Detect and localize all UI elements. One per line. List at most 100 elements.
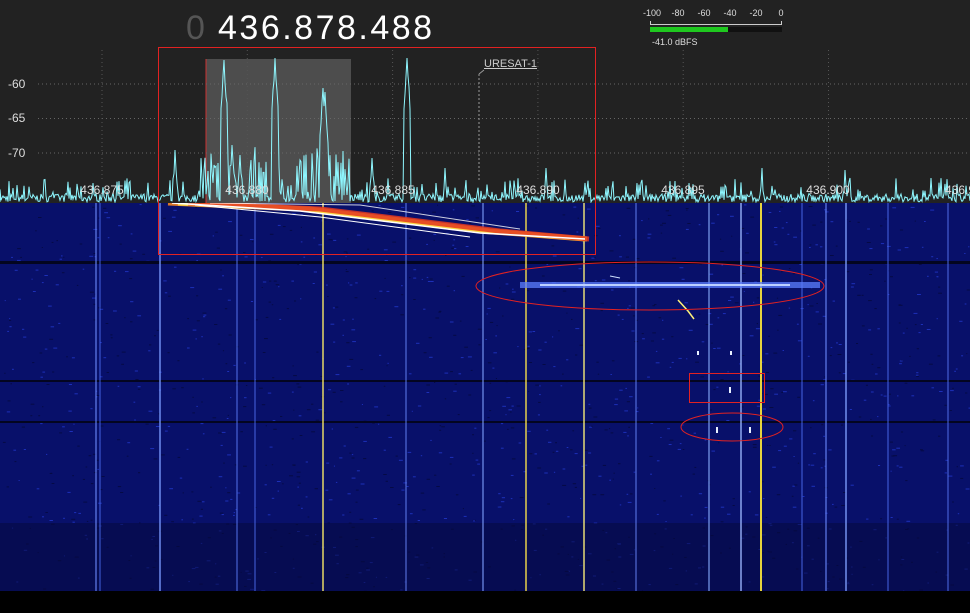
noise-speck: [684, 302, 688, 304]
noise-speck: [327, 296, 329, 297]
noise-speck: [36, 488, 40, 490]
noise-speck: [594, 235, 598, 237]
noise-speck: [279, 318, 282, 320]
noise-speck: [743, 290, 745, 292]
noise-speck: [460, 357, 464, 359]
noise-speck: [823, 435, 826, 437]
noise-speck: [500, 423, 504, 425]
noise-speck: [764, 415, 768, 417]
noise-speck: [818, 323, 822, 325]
y-axis-label: -60: [8, 77, 26, 91]
noise-speck: [688, 329, 693, 331]
noise-speck: [809, 244, 812, 246]
noise-speck: [92, 206, 95, 208]
noise-speck: [496, 325, 498, 327]
noise-speck: [125, 271, 129, 273]
noise-speck: [695, 361, 699, 363]
noise-speck: [869, 269, 873, 271]
noise-speck: [880, 225, 883, 227]
noise-speck: [595, 225, 600, 227]
noise-speck: [18, 480, 20, 481]
noise-speck: [42, 371, 46, 373]
waterfall-display[interactable]: [0, 203, 970, 591]
noise-speck: [809, 305, 814, 307]
noise-speck: [890, 517, 893, 518]
noise-speck: [201, 401, 203, 403]
noise-speck: [575, 328, 580, 330]
noise-speck: [349, 358, 354, 360]
noise-speck: [133, 401, 136, 403]
noise-speck: [633, 471, 636, 473]
frequency-display[interactable]: 436.878.488: [218, 8, 435, 48]
noise-speck: [14, 269, 18, 271]
noise-speck: [439, 425, 442, 427]
noise-speck: [769, 407, 774, 408]
noise-speck: [361, 404, 363, 405]
noise-speck: [124, 317, 126, 319]
noise-speck: [315, 419, 320, 421]
noise-speck: [800, 230, 802, 232]
noise-speck: [411, 410, 413, 412]
frequency-axis-label: 436.880: [225, 183, 269, 197]
noise-speck: [227, 414, 229, 416]
signal-burst: [729, 387, 731, 393]
noise-speck: [867, 228, 870, 230]
noise-speck: [191, 518, 194, 520]
noise-speck: [906, 327, 908, 329]
noise-speck: [138, 472, 141, 474]
noise-speck: [527, 345, 530, 347]
noise-speck: [914, 220, 916, 222]
noise-speck: [51, 483, 55, 484]
noise-speck: [59, 258, 62, 260]
noise-speck: [196, 253, 201, 255]
frequency-leading-digit[interactable]: 0: [186, 8, 206, 48]
noise-speck: [920, 324, 923, 325]
noise-speck: [566, 359, 569, 361]
noise-speck: [588, 407, 592, 409]
noise-speck: [289, 229, 293, 231]
noise-speck: [73, 423, 75, 425]
noise-speck: [957, 513, 960, 515]
noise-speck: [212, 235, 214, 237]
noise-speck: [660, 232, 663, 234]
noise-speck: [40, 376, 43, 378]
noise-speck: [79, 243, 83, 245]
noise-speck: [53, 347, 58, 349]
noise-speck: [904, 445, 906, 447]
noise-speck: [685, 208, 689, 209]
noise-speck: [938, 286, 941, 288]
noise-speck: [580, 497, 582, 499]
noise-speck: [264, 484, 267, 486]
noise-speck: [537, 414, 540, 416]
noise-speck: [61, 255, 63, 257]
noise-speck: [562, 214, 566, 216]
noise-speck: [797, 396, 801, 398]
noise-speck: [610, 432, 614, 434]
noise-speck: [354, 297, 358, 299]
noise-speck: [489, 410, 492, 412]
noise-speck: [585, 464, 588, 466]
noise-speck: [218, 288, 223, 290]
noise-speck: [890, 470, 892, 472]
noise-speck: [576, 231, 579, 233]
noise-speck: [828, 449, 832, 451]
noise-speck: [190, 287, 195, 289]
noise-speck: [118, 225, 122, 227]
noise-speck: [762, 274, 764, 276]
noise-speck: [792, 485, 795, 487]
satellite-marker-label[interactable]: URESAT-1: [484, 58, 537, 70]
noise-speck: [850, 286, 854, 288]
noise-speck: [641, 220, 643, 222]
noise-speck: [505, 283, 509, 285]
noise-speck: [931, 256, 934, 258]
noise-speck: [869, 248, 873, 250]
noise-speck: [774, 393, 778, 395]
noise-speck: [728, 300, 732, 301]
spectrum-plot[interactable]: -60 -65 -70 436.875 436.880 436.885 436.…: [0, 50, 970, 203]
noise-speck: [86, 520, 89, 522]
noise-speck: [77, 445, 80, 447]
noise-speck: [203, 316, 206, 318]
noise-speck: [774, 244, 778, 246]
noise-speck: [713, 348, 716, 349]
noise-speck: [871, 363, 874, 365]
